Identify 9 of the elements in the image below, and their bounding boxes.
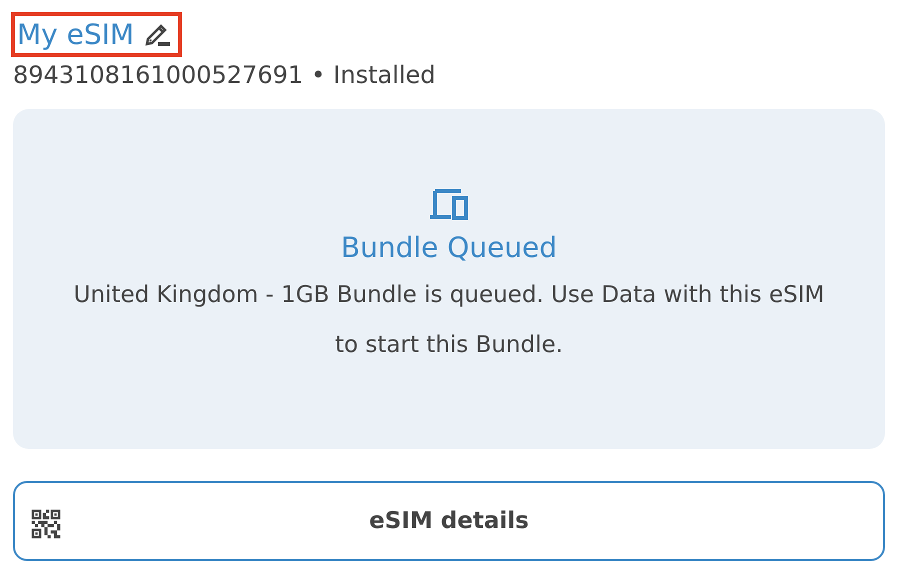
- esim-name: My eSIM: [17, 18, 134, 51]
- separator-dot: •: [311, 61, 326, 89]
- esim-details-button[interactable]: eSIM details: [13, 481, 885, 561]
- bundle-title: Bundle Queued: [340, 230, 558, 264]
- devices-icon: [429, 188, 469, 220]
- status-text: Installed: [333, 61, 436, 89]
- iccid-number: 8943108161000527691: [13, 61, 304, 89]
- pencil-icon[interactable]: [144, 22, 172, 48]
- bundle-message: United Kingdom - 1GB Bundle is queued. Use Data with this eSIM to start this Bundle.: [72, 280, 826, 360]
